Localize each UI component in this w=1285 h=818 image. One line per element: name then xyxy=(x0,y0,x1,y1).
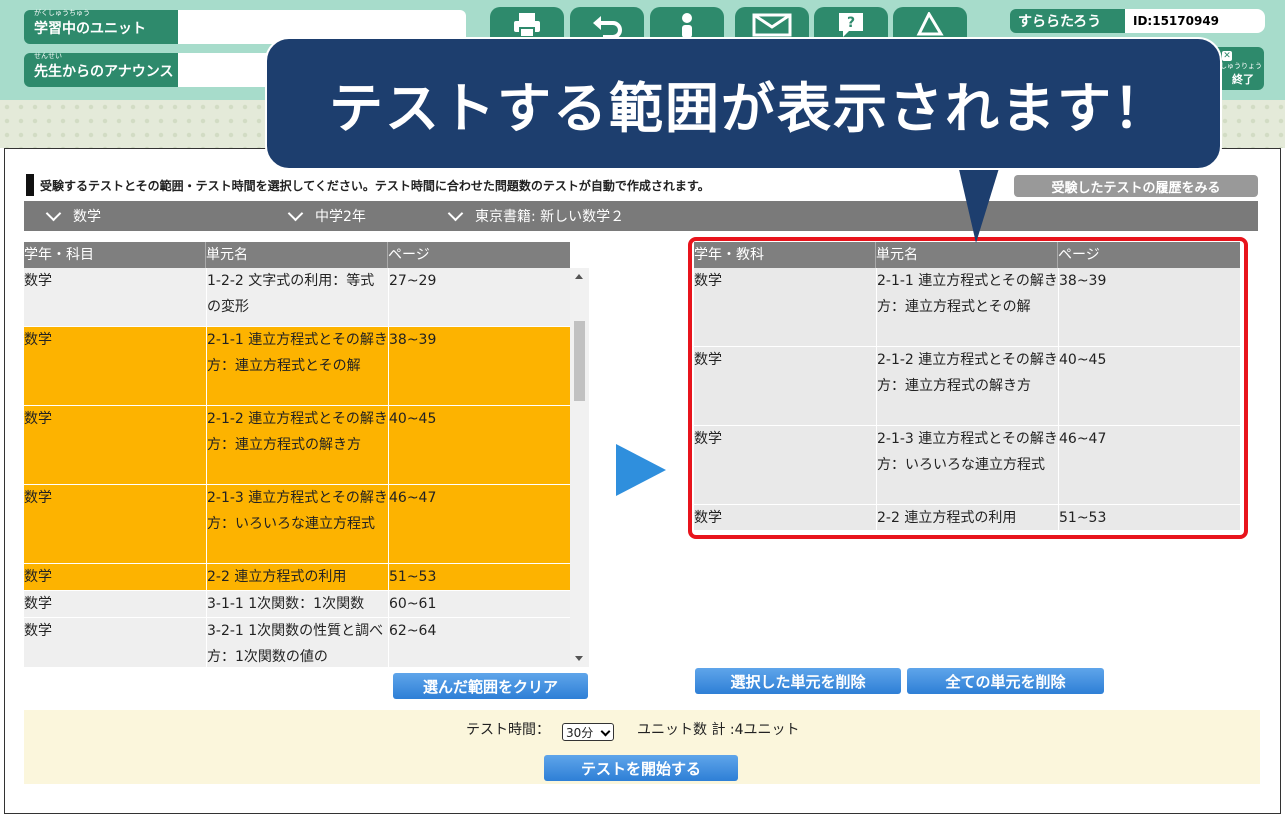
row-page: 60~61 xyxy=(388,591,570,618)
row-unit: 2-1-1 連立方程式とその解き方：連立方程式とその解 xyxy=(206,327,388,406)
filter-bar: 数学 中学2年 東京書籍: 新しい数学２ xyxy=(24,201,1258,231)
row-subject: 数学 xyxy=(24,273,52,289)
svg-text:?: ? xyxy=(847,15,855,31)
back-icon xyxy=(593,16,622,38)
available-units-list[interactable]: 数学 1-2-2 文字式の利用：等式の変形 27~29 数学 2-1-1 連立方… xyxy=(24,268,570,667)
table-row[interactable]: 数学 2-1-3 連立方程式とその解き方：いろいろな連立方程式 46~47 xyxy=(24,485,570,564)
left-table-header: 学年・科目 単元名 ページ xyxy=(24,242,570,268)
chevron-down-icon xyxy=(45,205,62,222)
start-test-button[interactable]: テストを開始する xyxy=(544,755,738,781)
textbook-filter-label: 東京書籍: 新しい数学２ xyxy=(475,209,625,225)
subject-filter-label: 数学 xyxy=(73,209,101,225)
callout-tail xyxy=(958,165,1000,243)
row-subject: 数学 xyxy=(24,490,52,506)
print-icon xyxy=(514,13,540,38)
row-subject: 数学 xyxy=(24,411,52,427)
left-header-unit: 単元名 xyxy=(206,242,388,268)
row-subject: 数学 xyxy=(24,596,52,612)
help-icon: ? xyxy=(839,13,863,37)
row-unit: 1-2-2 文字式の利用：等式の変形 xyxy=(206,268,388,327)
user-name: すららたろう xyxy=(1010,9,1125,33)
user-id: ID:15170949 xyxy=(1125,9,1265,33)
unit-count: ユニット数 計 :4ユニット xyxy=(637,722,800,738)
callout-bubble: テストする範囲が表示されます！ xyxy=(265,37,1222,170)
announce-label: せんせい 先生からのアナウンス xyxy=(24,52,178,87)
scroll-up-icon[interactable] xyxy=(575,274,583,279)
test-time-value: 30分 xyxy=(566,725,594,740)
row-unit: 2-2 連立方程式の利用 xyxy=(206,564,388,591)
test-time-label: テスト時間： xyxy=(466,722,550,738)
row-page: 62~64 xyxy=(388,618,570,667)
scrollbar-thumb[interactable] xyxy=(574,321,585,401)
table-row[interactable]: 数学 2-1-1 連立方程式とその解き方：連立方程式とその解 38~39 xyxy=(24,327,570,406)
row-page: 27~29 xyxy=(388,268,570,327)
grade-filter-label: 中学2年 xyxy=(315,209,366,225)
chevron-down-icon xyxy=(287,205,304,222)
table-row[interactable]: 数学 2-1-2 連立方程式とその解き方：連立方程式の解き方 40~45 xyxy=(24,406,570,485)
row-unit: 3-2-1 1次関数の性質と調べ方：1次関数の値の xyxy=(206,618,388,667)
learning-unit-label: がくしゅうちゅう 学習中のユニット xyxy=(24,9,178,44)
clear-selection-button[interactable]: 選んだ範囲をクリア xyxy=(393,673,588,699)
table-row[interactable]: 数学 1-2-2 文字式の利用：等式の変形 27~29 xyxy=(24,268,570,327)
chevron-down-icon xyxy=(447,205,464,222)
row-unit: 2-1-2 連立方程式とその解き方：連立方程式の解き方 xyxy=(206,406,388,485)
textbook-filter[interactable]: 東京書籍: 新しい数学２ xyxy=(446,201,624,231)
megaphone-icon xyxy=(916,12,944,36)
test-history-button[interactable]: 受験したテストの履歴をみる xyxy=(1014,175,1258,197)
instruction-text: 受験するテストとその範囲・テスト時間を選択してください。テスト時間に合わせた問題… xyxy=(26,174,1016,196)
left-header-subject: 学年・科目 xyxy=(24,242,206,268)
row-page: 38~39 xyxy=(388,327,570,406)
grade-filter[interactable]: 中学2年 xyxy=(286,201,366,231)
subject-filter[interactable]: 数学 xyxy=(44,201,101,231)
highlight-frame xyxy=(688,237,1248,539)
row-subject: 数学 xyxy=(24,569,52,585)
mail-icon xyxy=(752,13,792,37)
play-arrow-icon xyxy=(616,444,666,496)
row-unit: 3-1-1 1次関数：1次関数 xyxy=(206,591,388,618)
table-row[interactable]: 数学 3-1-1 1次関数：1次関数 60~61 xyxy=(24,591,570,618)
row-page: 51~53 xyxy=(388,564,570,591)
person-icon xyxy=(682,13,692,38)
delete-selected-button[interactable]: 選択した単元を削除 xyxy=(695,668,901,694)
end-ruby: しゅうりょう xyxy=(1220,62,1262,70)
row-subject: 数学 xyxy=(24,623,52,639)
row-page: 40~45 xyxy=(388,406,570,485)
scroll-down-icon[interactable] xyxy=(575,656,583,661)
left-header-page: ページ xyxy=(388,247,430,263)
table-row[interactable]: 数学 2-2 連立方程式の利用 51~53 xyxy=(24,564,570,591)
table-row[interactable]: 数学 3-2-1 1次関数の性質と調べ方：1次関数の値の 62~64 xyxy=(24,618,570,667)
row-page: 46~47 xyxy=(388,485,570,564)
close-icon: ✕ xyxy=(1222,51,1232,61)
row-subject: 数学 xyxy=(24,332,52,348)
test-time-select[interactable]: 30分 xyxy=(562,723,614,741)
row-unit: 2-1-3 連立方程式とその解き方：いろいろな連立方程式 xyxy=(206,485,388,564)
chevron-down-icon xyxy=(600,726,611,737)
delete-all-button[interactable]: 全ての単元を削除 xyxy=(907,668,1104,694)
